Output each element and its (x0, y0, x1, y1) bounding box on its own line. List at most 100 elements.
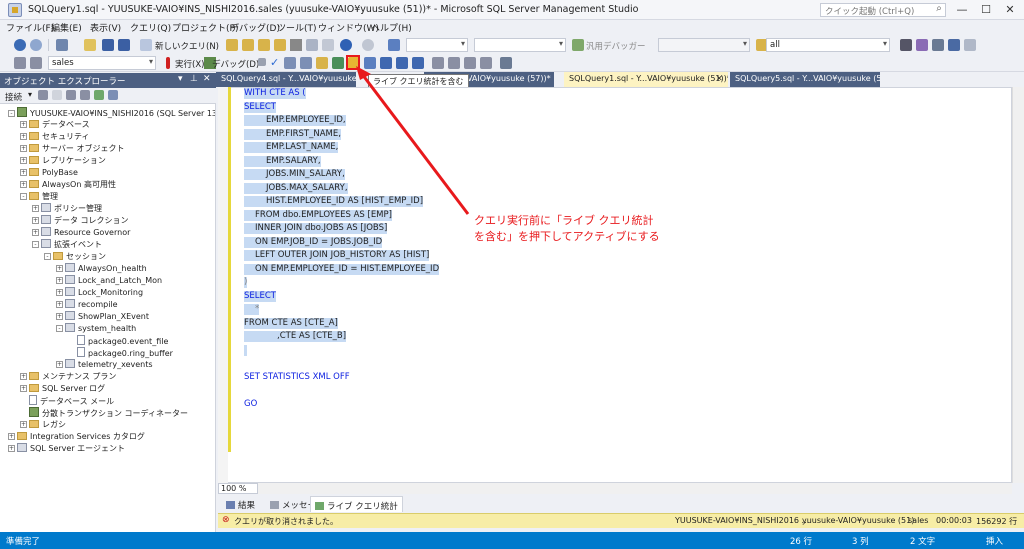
cut-icon[interactable] (290, 39, 302, 51)
increase-indent-icon[interactable] (480, 57, 492, 69)
back-icon[interactable] (14, 39, 26, 51)
menu-edit[interactable]: 編集(E) (51, 21, 82, 34)
expand-icon[interactable]: + (56, 265, 63, 272)
new-query-button[interactable]: 新しいクエリ(N) (155, 40, 219, 52)
tree-node[interactable]: - セッション (44, 251, 106, 262)
dropdown-icon[interactable]: ▾ (178, 74, 183, 84)
horizontal-scrollbar[interactable] (258, 483, 1012, 494)
solution-explorer-icon[interactable] (948, 39, 960, 51)
save-icon[interactable] (102, 39, 114, 51)
forward-icon[interactable] (30, 39, 42, 51)
debug-button[interactable]: デバッグ(D) (212, 58, 259, 70)
expand-icon[interactable]: + (56, 301, 63, 308)
connect-icon[interactable] (14, 57, 26, 69)
execute-button[interactable]: 実行(X) (175, 58, 204, 70)
uncomment-icon[interactable] (448, 57, 460, 69)
comment-icon[interactable] (432, 57, 444, 69)
menu-help[interactable]: ヘルプ(H) (371, 21, 412, 34)
results-to-text-icon[interactable] (380, 57, 392, 69)
tree-node[interactable]: + AlwaysOn_health (56, 263, 147, 274)
expand-icon[interactable]: + (20, 133, 27, 140)
collapse-icon[interactable]: - (8, 110, 15, 117)
mdx-query-icon[interactable] (242, 39, 254, 51)
tree-node[interactable]: + ShowPlan_XEvent (56, 311, 149, 322)
tools-icon[interactable] (900, 39, 912, 51)
tree-node[interactable]: + Lock_Monitoring (56, 287, 143, 298)
collapse-icon[interactable]: - (32, 241, 39, 248)
expand-icon[interactable]: + (8, 445, 15, 452)
tree-node[interactable]: + メンテナンス プラン (20, 371, 116, 382)
config-dropdown[interactable] (406, 38, 468, 52)
expand-icon[interactable]: + (8, 433, 15, 440)
tree-node[interactable]: + データベース (20, 119, 90, 130)
tree-node[interactable]: データベース メール (20, 395, 114, 406)
zoom-level[interactable]: 100 % (218, 483, 258, 494)
connect-button[interactable]: 接続 (5, 91, 22, 103)
solution-config-dropdown[interactable]: all (766, 38, 890, 52)
expand-icon[interactable]: + (20, 169, 27, 176)
expand-icon[interactable]: + (20, 157, 27, 164)
close-icon[interactable]: ✕ (203, 74, 211, 84)
tree-node[interactable]: + telemetry_xevents (56, 359, 153, 370)
paste-icon[interactable] (322, 39, 334, 51)
tree-node[interactable]: + セキュリティ (20, 131, 90, 142)
tab-close-icon[interactable]: ✕ (716, 74, 723, 83)
disconnect-icon[interactable] (52, 90, 62, 100)
new-query-icon[interactable] (140, 39, 152, 51)
code-area[interactable]: WITH CTE AS (SELECT EMP.EMPLOYEE_ID, EMP.F… (244, 87, 944, 427)
refresh-icon[interactable] (94, 90, 104, 100)
menu-window[interactable]: ウィンドウ(W) (318, 21, 379, 34)
stop-icon[interactable] (66, 90, 76, 100)
menu-tools[interactable]: ツール(T) (277, 21, 317, 34)
expand-icon[interactable]: + (56, 313, 63, 320)
results-to-grid-icon[interactable] (396, 57, 408, 69)
start-debug-icon[interactable] (572, 39, 584, 51)
specify-values-icon[interactable] (500, 57, 512, 69)
tree-node[interactable]: + Lock_and_Latch_Mon (56, 275, 162, 286)
collapse-icon[interactable]: - (44, 253, 51, 260)
ssms-app-icon[interactable] (8, 3, 22, 17)
vertical-scrollbar[interactable] (1012, 87, 1024, 483)
properties-icon[interactable] (916, 39, 928, 51)
filter-icon[interactable] (80, 90, 90, 100)
save-all-icon[interactable] (118, 39, 130, 51)
debug-target-dropdown[interactable] (658, 38, 750, 52)
tree-node[interactable]: + レガシ (20, 419, 66, 430)
tree-node[interactable]: - 管理 (20, 191, 58, 202)
collapse-icon[interactable]: - (56, 325, 63, 332)
tab-live-query-stats[interactable]: ライブ クエリ統計 (310, 496, 403, 512)
connect-dropdown-icon[interactable]: ▾ (28, 90, 32, 99)
tree-node[interactable]: + ポリシー管理 (32, 203, 102, 214)
tab-sqlquery4[interactable]: SQLQuery4.sql - Y...VAIO¥yuusuke (58 (216, 72, 356, 87)
tab-results[interactable]: 結果 (222, 496, 259, 512)
menu-view[interactable]: 表示(V) (90, 21, 121, 34)
expand-icon[interactable]: + (20, 385, 27, 392)
tree-node[interactable]: + レプリケーション (20, 155, 106, 166)
tree-node[interactable]: + recompile (56, 299, 118, 310)
tree-node[interactable]: + SQL Server エージェント (8, 443, 125, 454)
expand-icon[interactable]: + (20, 181, 27, 188)
tree-node[interactable]: + Integration Services カタログ (8, 431, 145, 442)
quick-launch-input[interactable]: クイック起動 (Ctrl+Q) (820, 3, 946, 17)
tree-node[interactable]: + SQL Server ログ (20, 383, 105, 394)
minimize-button[interactable]: — (950, 1, 974, 18)
menu-file[interactable]: ファイル(F) (6, 21, 54, 34)
activity-monitor-icon[interactable] (388, 39, 400, 51)
intellisense-icon[interactable] (316, 57, 328, 69)
tree-node[interactable]: - YUUSUKE-VAIO¥INS_NISHI2016 (SQL Server … (8, 107, 215, 118)
close-window-button[interactable]: ✕ (998, 1, 1022, 18)
database-dropdown[interactable]: sales (48, 56, 156, 70)
search-icon[interactable]: ⌕ (932, 3, 946, 17)
general-debugger-button[interactable]: 汎用デバッガー (586, 40, 646, 52)
expand-icon[interactable]: + (32, 217, 39, 224)
copy-icon[interactable] (306, 39, 318, 51)
results-to-file-icon[interactable] (412, 57, 424, 69)
change-connection-icon[interactable] (30, 57, 42, 69)
tab-sqlquery5[interactable]: SQLQuery5.sql - Y...VAIO¥yuusuke (52))* (730, 72, 880, 87)
menu-project[interactable]: プロジェクト(P) (172, 21, 238, 34)
customize-icon[interactable] (964, 39, 976, 51)
collapse-icon[interactable]: - (20, 193, 27, 200)
open-file-icon[interactable] (84, 39, 96, 51)
tree-node[interactable]: 分散トランザクション コーディネーター (20, 407, 188, 418)
menu-query[interactable]: クエリ(Q) (130, 21, 171, 34)
